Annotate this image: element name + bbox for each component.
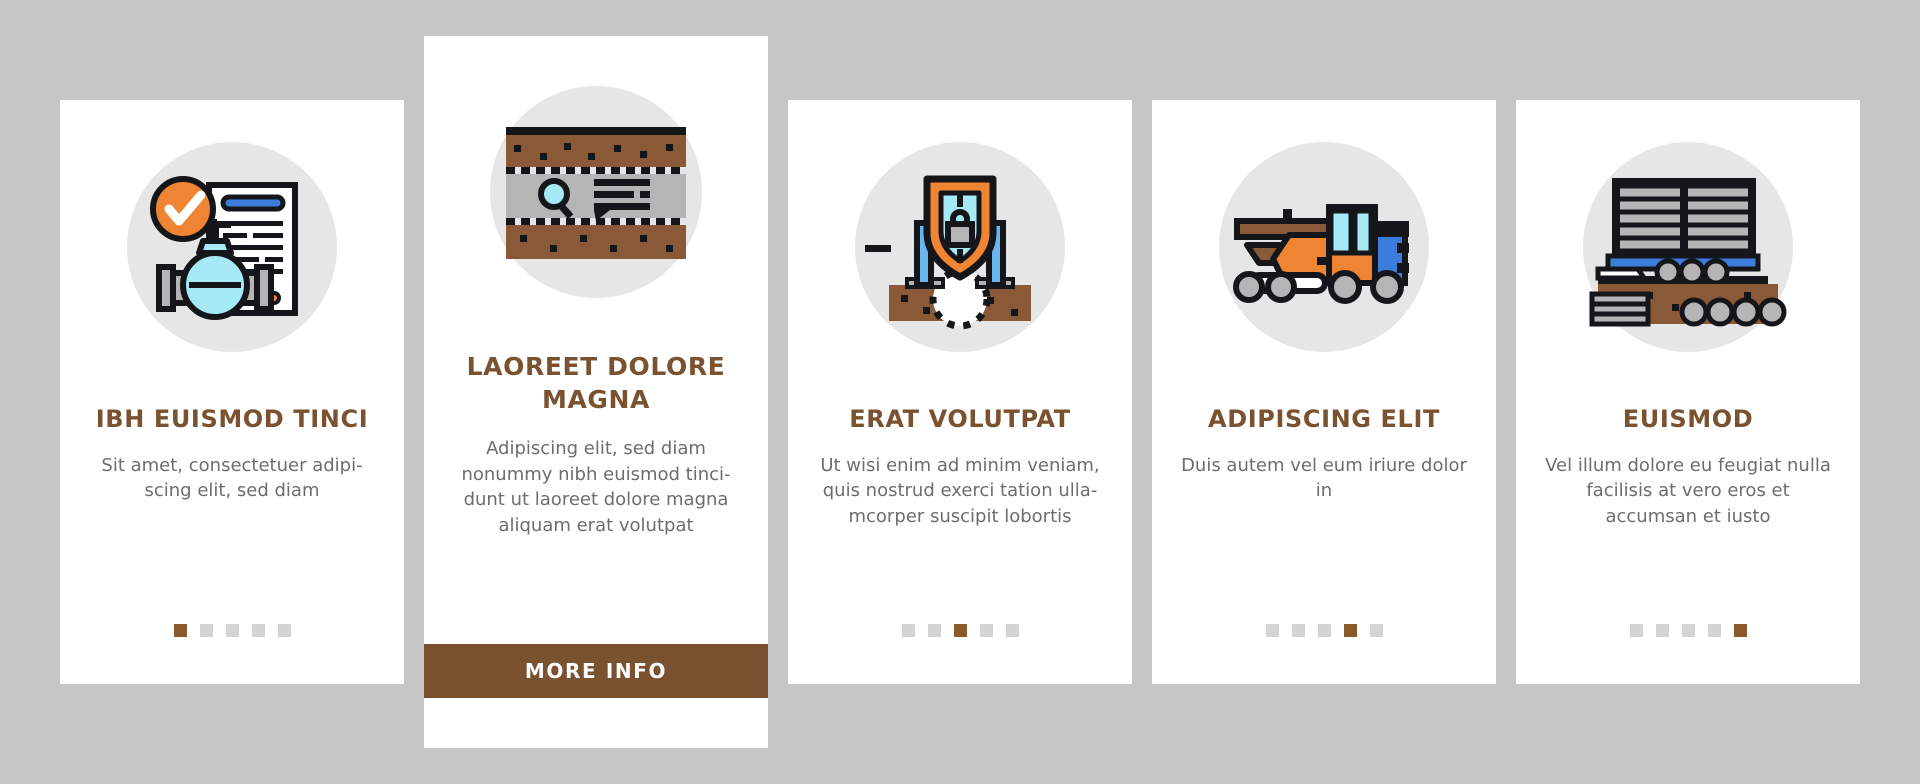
card-title: EUISMOD — [1622, 405, 1754, 433]
pagination-dots[interactable] — [901, 624, 1019, 637]
pagination-dot-1[interactable] — [1265, 624, 1279, 637]
onboarding-card-2[interactable]: LAOREET DOLORE MAGNA Adipiscing elit, se… — [424, 36, 768, 748]
pagination-dot-2[interactable] — [1655, 624, 1669, 637]
pagination-dot-2[interactable] — [1291, 624, 1305, 637]
pagination-dot-3[interactable] — [1681, 624, 1695, 637]
pagination-dot-5[interactable] — [1733, 624, 1747, 637]
card-title: ERAT VOLUTPAT — [849, 405, 1071, 433]
pagination-dot-5[interactable] — [1005, 624, 1019, 637]
shield-lock-excavation-icon — [855, 142, 1065, 352]
pagination-dot-4[interactable] — [1343, 624, 1357, 637]
pagination-dots[interactable] — [173, 624, 291, 637]
road-grader-vehicle-icon — [1219, 142, 1429, 352]
card-body: Adipiscing elit, sed diam nonummy nibh e… — [461, 438, 731, 536]
valve-document-approved-icon — [127, 142, 337, 352]
onboarding-card-3[interactable]: ERAT VOLUTPAT Ut wisi enim ad minim veni… — [788, 100, 1132, 684]
card-title: LAOREET DOLORE MAGNA — [466, 352, 726, 414]
pagination-dot-4[interactable] — [1707, 624, 1721, 637]
pagination-dot-3[interactable] — [225, 624, 239, 637]
card-body: Ut wisi enim ad minim veniam, quis nostr… — [820, 454, 1100, 527]
onboarding-screens: IBH EUISMOD TINCI Sit amet, consectetuer… — [0, 0, 1920, 784]
card-body: Sit amet, consectetuer adipi-scing elit,… — [101, 454, 363, 502]
card-body: Vel illum dolore eu feugiat nulla facili… — [1545, 454, 1831, 527]
card-title: IBH EUISMOD TINCI — [95, 405, 369, 433]
pagination-dots[interactable] — [1265, 624, 1383, 637]
pagination-dot-4[interactable] — [979, 624, 993, 637]
onboarding-card-4[interactable]: ADIPISCING ELIT Duis autem vel eum iriur… — [1152, 100, 1496, 684]
onboarding-card-1[interactable]: IBH EUISMOD TINCI Sit amet, consectetuer… — [60, 100, 404, 684]
pagination-dot-4[interactable] — [251, 624, 265, 637]
pagination-dot-1[interactable] — [1629, 624, 1643, 637]
onboarding-card-5[interactable]: EUISMOD Vel illum dolore eu feugiat null… — [1516, 100, 1860, 684]
pagination-dot-1[interactable] — [173, 624, 187, 637]
pagination-dot-1[interactable] — [901, 624, 915, 637]
card-carousel: IBH EUISMOD TINCI Sit amet, consectetuer… — [0, 0, 1920, 784]
pagination-dot-3[interactable] — [953, 624, 967, 637]
more-info-button[interactable]: MORE INFO — [424, 644, 768, 698]
pagination-dots[interactable] — [1629, 624, 1747, 637]
soil-layer-inspection-icon — [490, 86, 702, 298]
pagination-dot-5[interactable] — [277, 624, 291, 637]
button-slot: MORE INFO — [424, 618, 768, 698]
pipe-transport-truck-icon — [1583, 142, 1793, 352]
card-title: ADIPISCING ELIT — [1208, 405, 1440, 433]
pagination-dot-3[interactable] — [1317, 624, 1331, 637]
pagination-dot-2[interactable] — [927, 624, 941, 637]
pagination-dot-5[interactable] — [1369, 624, 1383, 637]
pagination-dot-2[interactable] — [199, 624, 213, 637]
card-body: Duis autem vel eum iriure dolor in — [1181, 454, 1467, 502]
